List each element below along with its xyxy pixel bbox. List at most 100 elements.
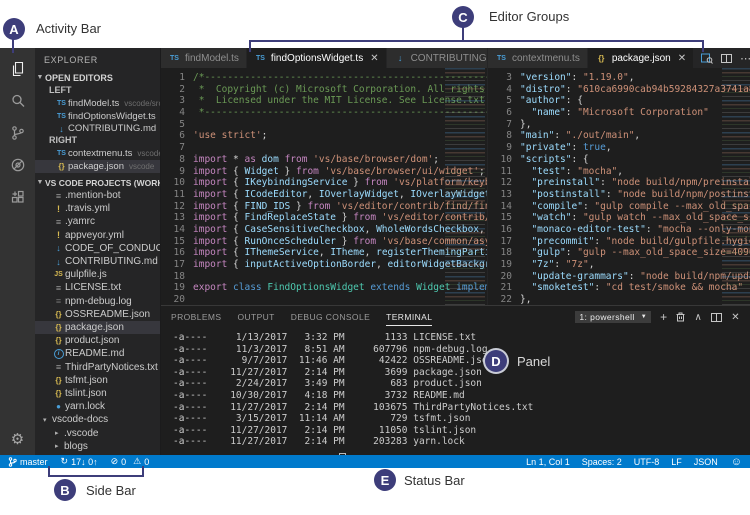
code-line: 2 * Copyright (c) Microsoft Corporation.… <box>161 84 487 96</box>
line-number: 5 <box>161 119 193 131</box>
code-line: 20 <box>161 294 487 305</box>
feedback-smiley-icon[interactable]: ☺ <box>731 456 742 468</box>
code-line: 15import { RunOnceScheduler } from 'vs/b… <box>161 236 487 248</box>
callout-b: B <box>54 479 76 501</box>
editor-tab[interactable]: TSfindModel.ts <box>161 48 247 68</box>
txt-file-icon: ≡ <box>52 283 65 293</box>
tree-item-name: vscode-docs <box>52 414 108 425</box>
minimap[interactable] <box>445 68 485 305</box>
md-file-icon: ↓ <box>394 53 407 63</box>
close-icon[interactable]: ✕ <box>370 53 378 64</box>
line-number: 7 <box>161 142 193 154</box>
extensions-icon[interactable] <box>0 184 35 210</box>
tree-item-name: ThirdPartyNotices.txt <box>65 362 158 373</box>
panel-tab-terminal[interactable]: TERMINAL <box>386 309 432 326</box>
tree-item[interactable]: ▸.vscode <box>35 427 160 440</box>
open-editor-item[interactable]: {}package.jsonvscode <box>35 160 160 173</box>
tree-item[interactable]: {}product.json <box>35 334 160 347</box>
ts-file-icon: TS <box>254 55 267 62</box>
tree-item[interactable]: iREADME.md <box>35 347 160 360</box>
maximize-panel-icon[interactable]: ∧ <box>694 312 702 323</box>
editor-group-left[interactable]: TSfindModel.tsTSfindOptionsWidget.ts✕↓CO… <box>161 48 488 305</box>
settings-gear-icon[interactable]: ⚙ <box>0 426 35 452</box>
code-line: 8"main": "./out/main", <box>488 130 750 142</box>
panel-tab-output[interactable]: OUTPUT <box>237 309 274 325</box>
json-file-icon: {} <box>52 323 65 332</box>
tree-item[interactable]: {}OSSREADME.json <box>35 308 160 321</box>
status-language-mode[interactable]: JSON <box>694 457 718 467</box>
tree-item-name: LICENSE.txt <box>65 282 121 293</box>
status-encoding[interactable]: UTF-8 <box>634 457 660 467</box>
minimap[interactable] <box>722 68 750 305</box>
tree-item[interactable]: !.travis.yml <box>35 202 160 215</box>
tree-item[interactable]: ≡LICENSE.txt <box>35 281 160 294</box>
tree-item[interactable]: {}tslint.json <box>35 387 160 400</box>
code-line: 3 * Licensed under the MIT License. See … <box>161 95 487 107</box>
new-terminal-button[interactable]: + <box>660 310 667 324</box>
terminal-line: -a---- 10/30/2017 4:18 PM 3732 README.md <box>173 390 748 402</box>
tree-item[interactable]: ↓CODE_OF_CONDUCT.md <box>35 242 160 255</box>
status-indentation[interactable]: Spaces: 2 <box>582 457 622 467</box>
chevron-down-icon: ▼ <box>641 314 647 320</box>
terminal-select[interactable]: 1: powershell▼ <box>575 311 651 323</box>
terminal-line: -a---- 11/27/2017 2:14 PM 103675 ThirdPa… <box>173 402 748 414</box>
editor-tab[interactable]: TSfindOptionsWidget.ts✕ <box>247 48 387 68</box>
status-eol[interactable]: LF <box>671 457 682 467</box>
code-line: 9import { Widget } from 'vs/base/browser… <box>161 166 487 178</box>
editor-group-right[interactable]: TScontextmenu.ts{}package.json✕ ⋯ 3"versi… <box>488 48 750 305</box>
line-number: 16 <box>161 247 193 259</box>
close-panel-icon[interactable]: ✕ <box>731 312 740 323</box>
tree-item[interactable]: !appveyor.yml <box>35 229 160 242</box>
open-editors-header[interactable]: ▼ OPEN EDITORS <box>35 71 160 84</box>
kill-terminal-button[interactable] <box>676 312 685 322</box>
tree-item[interactable]: ↓CONTRIBUTING.md <box>35 255 160 268</box>
open-editor-item[interactable]: TSfindModel.tsvscode/src/vs/... <box>35 98 160 111</box>
tree-item[interactable]: ≡.mention-bot <box>35 189 160 202</box>
code-editor-right[interactable]: 3"version": "1.19.0",4"distro": "610ca69… <box>488 68 750 305</box>
panel-tab-problems[interactable]: PROBLEMS <box>171 309 221 325</box>
code-line: 18 "gulp": "gulp --max_old_space_size=40… <box>488 247 750 259</box>
open-editor-name: findModel.ts <box>68 98 119 109</box>
editor-tab[interactable]: {}package.json✕ <box>588 48 694 68</box>
tree-item[interactable]: ●yarn.lock <box>35 400 160 413</box>
git-branch-indicator[interactable]: master <box>8 457 48 467</box>
activity-bar: ⚙ <box>0 48 35 455</box>
more-actions-icon[interactable]: ⋯ <box>740 52 750 65</box>
editor-tab[interactable]: ↓CONTRIBUTING.md <box>387 48 488 68</box>
workspace-header[interactable]: ▼ VS CODE PROJECTS (WORKSPACE) <box>35 176 160 189</box>
open-editor-item[interactable]: TSfindOptionsWidget.tsvsco... <box>35 110 160 123</box>
search-icon[interactable] <box>0 88 35 114</box>
tree-item-name: tslint.json <box>65 388 107 399</box>
tree-item[interactable]: ≡npm-debug.log <box>35 295 160 308</box>
code-editor-left[interactable]: 1/*-------------------------------------… <box>161 68 487 305</box>
vscode-window: ⚙ EXPLORER ▼ OPEN EDITORS LEFTTSfindMode… <box>0 48 750 468</box>
editor-tab[interactable]: TScontextmenu.ts <box>488 48 588 68</box>
open-preview-icon[interactable] <box>701 53 713 64</box>
tree-item[interactable]: ▾vscode-docs <box>35 413 160 426</box>
line-number: 20 <box>488 271 520 283</box>
readme-info-icon: i <box>54 349 64 359</box>
split-editor-icon[interactable] <box>721 54 732 63</box>
source-control-icon[interactable] <box>0 120 35 146</box>
tree-item[interactable]: ≡.yamrc <box>35 215 160 228</box>
terminal[interactable]: -a---- 1/13/2017 3:32 PM 1133 LICENSE.tx… <box>173 332 748 456</box>
panel-tab-debug-console[interactable]: DEBUG CONSOLE <box>291 309 370 325</box>
tree-item[interactable]: ≡ThirdPartyNotices.txt <box>35 361 160 374</box>
close-icon[interactable]: ✕ <box>678 53 686 64</box>
callout-b-label: Side Bar <box>86 483 136 498</box>
open-editor-item[interactable]: TScontextmenu.tsvscode/src/... <box>35 148 160 161</box>
ts-file-icon: TS <box>168 55 181 62</box>
code-line: 19 "7z": "7z", <box>488 259 750 271</box>
open-editor-path: vscode <box>129 162 154 171</box>
explorer-icon[interactable] <box>0 56 35 82</box>
status-cursor-position[interactable]: Ln 1, Col 1 <box>526 457 570 467</box>
tree-item[interactable]: {}package.json <box>35 321 160 334</box>
split-terminal-icon[interactable] <box>711 313 722 322</box>
debug-icon[interactable] <box>0 152 35 178</box>
tree-item[interactable]: JSgulpfile.js <box>35 268 160 281</box>
line-number: 3 <box>161 95 193 107</box>
open-editor-item[interactable]: ↓CONTRIBUTING.mdvscode <box>35 123 160 136</box>
tree-item[interactable]: {}tsfmt.json <box>35 374 160 387</box>
tree-item[interactable]: ▸blogs <box>35 440 160 453</box>
line-number: 17 <box>488 236 520 248</box>
